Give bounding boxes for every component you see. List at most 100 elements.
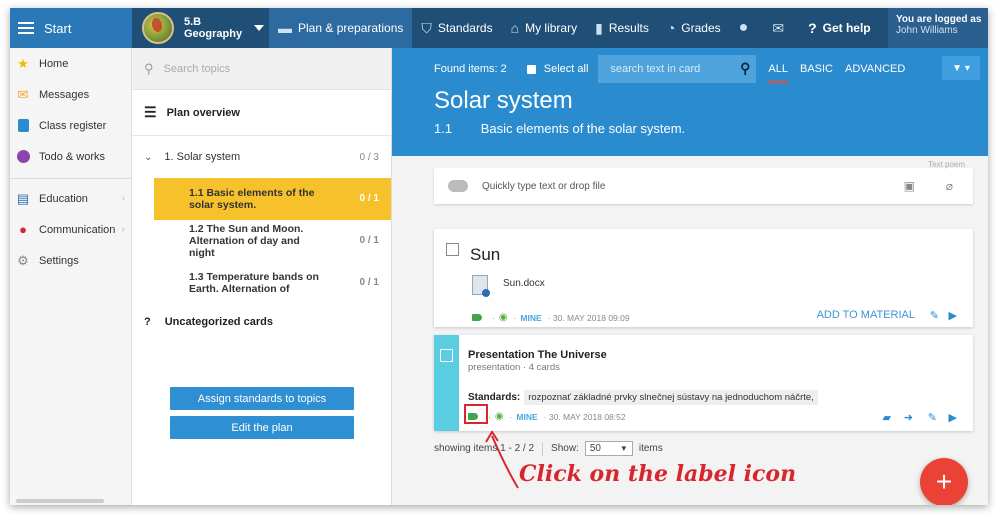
page-title: Solar system [434, 87, 573, 114]
topic-chapter[interactable]: ⌄ 1. Solar system 0 / 3 [132, 136, 391, 178]
tab-all[interactable]: ALL [768, 63, 788, 83]
start-menu-button[interactable]: Start [10, 8, 132, 48]
topics-panel: ⚲ Search topics ☰ Plan overview ⌄ 1. Sol… [132, 48, 392, 505]
gear-icon: ⚙ [17, 252, 29, 268]
page-size-value: 50 [589, 443, 601, 454]
search-placeholder: Search topics [163, 62, 231, 75]
sidebar-item-label: Home [39, 57, 69, 70]
standards-label: Standards: [468, 392, 521, 403]
sidebar-item-class-register[interactable]: Class register [10, 110, 131, 141]
sidebar-item-todo[interactable]: Todo & works [10, 141, 131, 172]
nav-label: Standards [437, 21, 493, 35]
search-icon: ⚲ [144, 60, 154, 76]
question-icon: ? [808, 20, 817, 36]
add-to-material-button[interactable]: ADD TO MATERIAL [817, 309, 915, 321]
pencil-icon[interactable]: ✎ [928, 411, 937, 424]
search-icon[interactable]: ⚲ [740, 60, 750, 77]
topic-subtitle: 1.1 Basic elements of the solar system. [434, 121, 685, 136]
sidebar-scrollbar[interactable] [16, 499, 104, 503]
quick-placeholder: Quickly type text or drop file [482, 180, 606, 192]
topic-search-input[interactable]: ⚲ Search topics [132, 48, 391, 90]
checkbox-icon [526, 64, 536, 74]
card-sun[interactable]: Sun Sun.docx · ◉ · MINE · 30. MAY 2018 0… [434, 229, 973, 327]
nav-my-library[interactable]: ⌂ My library [502, 8, 586, 48]
app-window: Start 5.B Geography ▬ Plan & preparation… [10, 8, 988, 505]
quick-hint: Text poem [928, 160, 965, 169]
card-search-input[interactable]: search text in card ⚲ [598, 55, 757, 83]
assign-standards-button[interactable]: Assign standards to topics [170, 387, 354, 410]
class-avatar [142, 12, 174, 44]
show-label: Show: [551, 443, 579, 454]
sidebar-item-home[interactable]: ★ Home [10, 48, 131, 79]
uncategorized-cards-link[interactable]: ? Uncategorized cards [132, 304, 391, 340]
sidebar-item-education[interactable]: ▤ Education › [10, 183, 131, 214]
tab-basic[interactable]: BASIC [800, 63, 833, 75]
sidebar-item-messages[interactable]: ✉ Messages [10, 79, 131, 110]
standard-chip[interactable]: rozpoznať základné prvky slnečnej sústav… [524, 390, 818, 405]
topic-item[interactable]: 1.3 Temperature bands on Earth. Alternat… [154, 262, 391, 304]
library-icon: ⌂ [510, 20, 520, 36]
chevron-right-icon: › [121, 193, 125, 204]
class-label: 5.B Geography [184, 16, 242, 40]
get-help-button[interactable]: ? Get help [799, 8, 880, 48]
nav-standards[interactable]: ⛉ Standards [412, 8, 501, 48]
chat-icon: ● [738, 19, 749, 36]
topic-count: 0 / 3 [359, 151, 379, 163]
envelope-icon: ✉ [772, 19, 785, 36]
shield-icon: ⛉ [421, 19, 432, 36]
image-icon[interactable]: ▣ [904, 179, 915, 193]
highlight-box [464, 404, 488, 424]
topic-count: 0 / 1 [359, 277, 379, 288]
globe-icon[interactable]: ◉ [495, 411, 504, 422]
edit-plan-button[interactable]: Edit the plan [170, 416, 354, 439]
attachment-icon[interactable]: ⌀ [946, 179, 953, 193]
user-info[interactable]: You are logged as John Williams [888, 8, 988, 48]
nav-plan-preparations[interactable]: ▬ Plan & preparations [269, 8, 413, 48]
play-icon[interactable]: ▶ [949, 309, 957, 322]
topic-item[interactable]: 1.2 The Sun and Moon. Alternation of day… [154, 220, 391, 262]
add-card-button[interactable]: + [920, 458, 968, 505]
top-nav: ▬ Plan & preparations ⛉ Standards ⌂ My l… [269, 8, 880, 48]
filter-button[interactable]: ▼ ▾ [942, 56, 980, 80]
annotation-text: Click on the label icon [519, 461, 797, 487]
class-selector[interactable]: 5.B Geography [132, 8, 269, 48]
card-presentation[interactable]: Presentation The Universe presentation ·… [434, 335, 973, 431]
select-all-checkbox[interactable]: Select all [526, 63, 588, 75]
sidebar-item-communication[interactable]: ● Communication › [10, 214, 131, 245]
sidebar-item-settings[interactable]: ⚙ Settings [10, 245, 131, 276]
card-subtitle: presentation · 4 cards [468, 362, 560, 373]
folder-icon[interactable]: ▰ [883, 411, 891, 424]
card-checkbox[interactable] [446, 243, 459, 256]
chevron-down-icon [254, 25, 265, 31]
nav-label: Results [608, 21, 649, 35]
plan-overview-link[interactable]: ☰ Plan overview [132, 90, 391, 136]
topic-count: 0 / 1 [359, 193, 379, 204]
nav-results[interactable]: ▮ Results [586, 8, 658, 48]
topic-number: 1.1 [434, 121, 453, 136]
start-label: Start [44, 20, 72, 36]
pencil-icon[interactable]: ✎ [930, 309, 939, 322]
card-checkbox[interactable] [440, 349, 453, 362]
file-name[interactable]: Sun.docx [503, 278, 545, 289]
tab-advanced[interactable]: ADVANCED [845, 63, 905, 75]
page-size-select[interactable]: 50 ▼ [584, 441, 633, 456]
globe-icon[interactable]: ◉ [499, 312, 508, 323]
play-icon[interactable]: ▶ [949, 411, 957, 424]
topic-name: Basic elements of the solar system. [480, 121, 686, 136]
label-tag-icon[interactable] [472, 314, 482, 321]
messages-button[interactable]: ✉ [763, 8, 799, 48]
sidebar-item-label: Communication [39, 223, 116, 236]
found-items: Found items: 2 [434, 63, 507, 75]
upload-cloud-icon [448, 180, 468, 192]
docx-file-icon[interactable] [472, 275, 490, 297]
chat-button[interactable]: ● [730, 8, 764, 48]
quick-input[interactable]: Text poem Quickly type text or drop file… [434, 160, 973, 204]
sidebar-item-label: Settings [39, 254, 79, 267]
topic-label: 1. Solar system [164, 151, 241, 163]
topic-item-active[interactable]: 1.1 Basic elements of the solar system. … [154, 178, 391, 220]
nav-grades[interactable]: ◔ Grades [658, 8, 730, 48]
owner-label: MINE [516, 411, 538, 422]
sidebar-divider [10, 178, 131, 179]
import-icon[interactable]: ➜ [904, 411, 913, 424]
left-sidebar: ★ Home ✉ Messages Class register Todo & … [10, 48, 132, 505]
